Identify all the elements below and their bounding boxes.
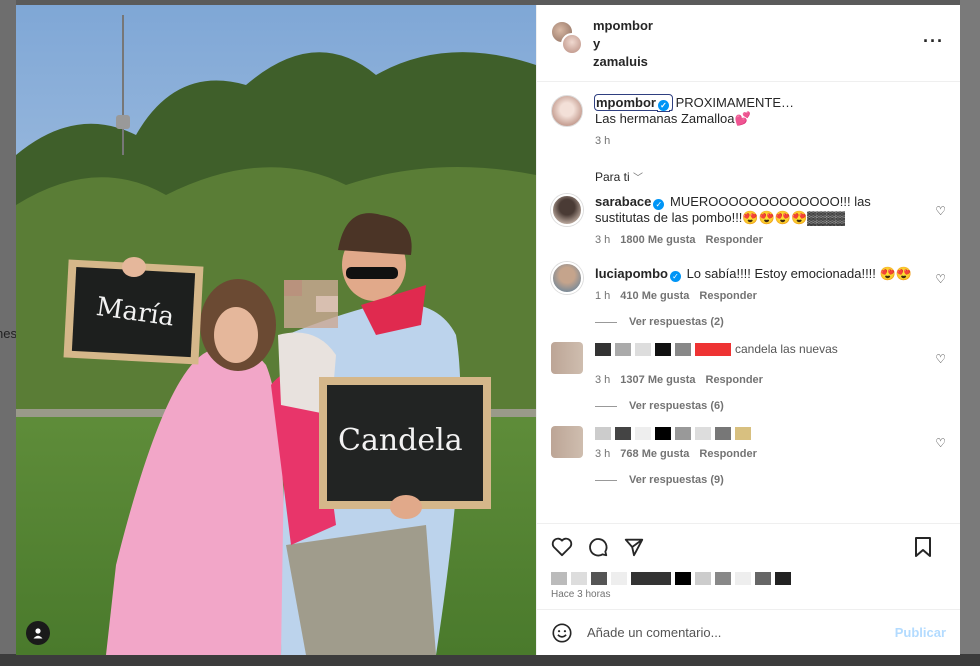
backdrop-text-fragment: nes xyxy=(0,326,17,341)
post-actions xyxy=(537,523,960,569)
bookmark-icon xyxy=(915,537,931,557)
reply-button[interactable]: Responder xyxy=(706,374,763,386)
post-time[interactable]: Hace 3 horas xyxy=(551,589,946,600)
collab-names: mpombor y zamaluis xyxy=(593,17,653,71)
tag-user-button[interactable] xyxy=(26,621,50,645)
avatar[interactable] xyxy=(551,194,583,226)
heart-outline-icon[interactable]: ♡ xyxy=(935,204,946,218)
add-comment-bar: Publicar xyxy=(537,609,960,655)
likes-summary: Hace 3 horas xyxy=(537,569,960,609)
comment-item: 3 h 768 Me gusta Responder ♡ xyxy=(551,426,946,462)
comment-time[interactable]: 3 h xyxy=(595,234,610,246)
comment-likes[interactable]: 1307 Me gusta xyxy=(620,374,695,386)
avatar[interactable] xyxy=(551,262,583,294)
comment-time[interactable]: 3 h xyxy=(595,374,610,386)
verified-badge-icon: ✓ xyxy=(657,100,669,111)
paper-plane-icon xyxy=(624,538,644,556)
comment-text-fragment: candela las nuevas xyxy=(735,342,838,356)
save-button[interactable] xyxy=(912,536,934,558)
view-replies-button[interactable]: Ver respuestas (9) xyxy=(595,474,946,486)
caption-text-line1: PROXIMAMENTE… xyxy=(675,95,795,110)
header-connector: y xyxy=(593,36,601,51)
verified-badge-icon: ✓ xyxy=(669,271,681,282)
reply-button[interactable]: Responder xyxy=(706,234,763,246)
comment-username[interactable]: luciapombo xyxy=(595,266,668,281)
backdrop-right-strip xyxy=(960,0,980,666)
comment-bubble-icon xyxy=(589,537,608,556)
reply-button[interactable]: Responder xyxy=(699,290,756,302)
comment-item: sarabace ✓ MUEROOOOOOOOOOOOO!!! las susti… xyxy=(551,194,946,248)
comment-likes[interactable]: 768 Me gusta xyxy=(620,448,689,460)
caption-username[interactable]: mpombor ✓ xyxy=(594,94,673,111)
post-photo[interactable]: María Candela xyxy=(16,5,536,655)
collab-avatars[interactable] xyxy=(551,21,583,55)
post-sidebar: mpombor y zamaluis ··· mpombor ✓ PROXIMAM… xyxy=(536,5,960,655)
redacted-comment xyxy=(595,426,920,440)
backdrop-bottom-strip xyxy=(0,654,980,666)
comment-text: Lo sabía!!!! Estoy emocionada!!!! 😍😍 xyxy=(686,266,912,281)
comment-time[interactable]: 3 h xyxy=(595,448,610,460)
emoji-icon[interactable] xyxy=(551,622,573,644)
publish-button[interactable]: Publicar xyxy=(895,625,946,640)
reply-button[interactable]: Responder xyxy=(699,448,756,460)
post-header: mpombor y zamaluis ··· xyxy=(537,5,960,82)
heart-outline-icon[interactable]: ♡ xyxy=(935,436,946,450)
comment-likes[interactable]: 1800 Me gusta xyxy=(620,234,695,246)
chevron-down-icon: ﹀ xyxy=(633,173,644,184)
comment-username[interactable]: sarabace xyxy=(595,194,651,209)
view-replies-button[interactable]: Ver respuestas (2) xyxy=(595,316,946,328)
caption-time[interactable]: 3 h xyxy=(595,135,610,147)
share-button[interactable] xyxy=(623,536,645,558)
person-icon xyxy=(33,628,43,639)
caption-text-line2: Las hermanas Zamalloa💕 xyxy=(595,111,751,126)
comment-likes[interactable]: 410 Me gusta xyxy=(620,290,689,302)
verified-badge-icon: ✓ xyxy=(653,199,665,210)
avatar[interactable] xyxy=(551,342,583,374)
comment-input[interactable] xyxy=(587,625,895,640)
post-modal: María Candela mpombor y zamaluis ··· mpo… xyxy=(16,5,960,655)
backdrop-left-strip: nes xyxy=(0,0,17,666)
header-user-1[interactable]: mpombor xyxy=(593,17,653,35)
comment-item: luciapombo ✓ Lo sabía!!!! Estoy emocionad… xyxy=(551,262,946,304)
photo-illustration: María Candela xyxy=(16,5,536,655)
heart-outline-icon[interactable]: ♡ xyxy=(935,272,946,286)
comment-sort-dropdown[interactable]: Para ti ﹀ xyxy=(595,169,946,184)
comment-item: candela las nuevas 3 h 1307 Me gusta Respo… xyxy=(551,342,946,388)
heart-icon xyxy=(551,537,573,556)
header-user-2[interactable]: zamaluis xyxy=(593,53,653,71)
redacted-comment: candela las nuevas xyxy=(595,342,920,356)
redacted-likes xyxy=(551,571,946,585)
more-horizontal-icon[interactable]: ··· xyxy=(923,31,944,52)
comment-time[interactable]: 1 h xyxy=(595,290,610,302)
like-button[interactable] xyxy=(551,536,573,558)
comment-button[interactable] xyxy=(587,536,609,558)
board-candela-text: Candela xyxy=(338,423,463,458)
avatar[interactable] xyxy=(551,426,583,458)
view-replies-button[interactable]: Ver respuestas (6) xyxy=(595,400,946,412)
avatar[interactable] xyxy=(551,95,583,127)
heart-outline-icon[interactable]: ♡ xyxy=(935,352,946,366)
avatar xyxy=(561,33,583,55)
comments-scroll[interactable]: mpombor ✓ PROXIMAMENTE… Las hermanas Zama… xyxy=(537,82,960,523)
post-caption: mpombor ✓ PROXIMAMENTE… Las hermanas Zama… xyxy=(551,82,946,149)
